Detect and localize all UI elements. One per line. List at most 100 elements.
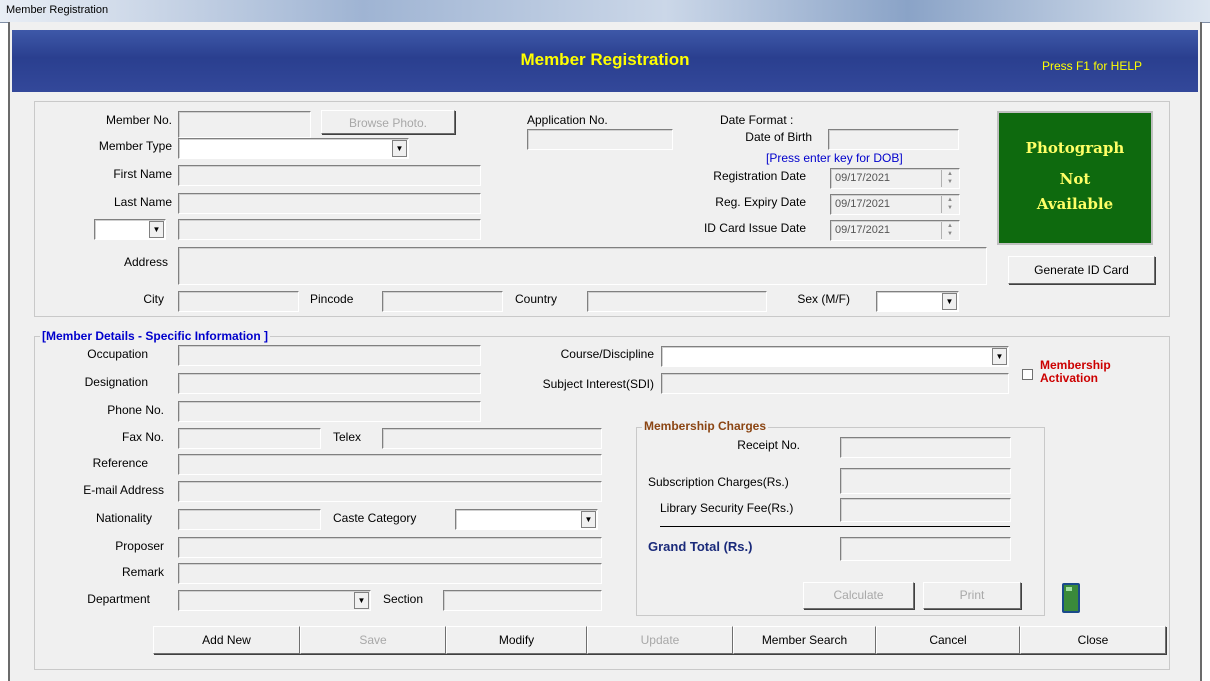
- nationality-label: Nationality: [95, 511, 152, 525]
- pincode-label: Pincode: [310, 292, 354, 306]
- remark-input[interactable]: [178, 563, 602, 584]
- membership-activation-checkbox[interactable]: [1022, 369, 1033, 380]
- modify-button[interactable]: Modify: [446, 626, 587, 654]
- section-label: Section: [383, 592, 424, 606]
- subscription-charges-input[interactable]: [840, 468, 1011, 494]
- chevron-down-icon[interactable]: ▼: [942, 293, 957, 310]
- member-type-label: Member Type: [98, 139, 172, 153]
- dob-hint: [Press enter key for DOB]: [766, 151, 903, 165]
- chevron-down-icon[interactable]: ▼: [392, 140, 407, 157]
- remark-label: Remark: [121, 565, 164, 579]
- course-discipline-select[interactable]: ▼: [661, 346, 1009, 367]
- application-no-input[interactable]: [527, 129, 673, 150]
- country-label: Country: [515, 292, 558, 306]
- subject-interest-input[interactable]: [661, 373, 1009, 394]
- country-input[interactable]: [587, 291, 767, 312]
- phone-input[interactable]: [178, 401, 481, 422]
- dob-label: Date of Birth: [745, 130, 812, 144]
- address-label: Address: [123, 255, 168, 269]
- photo-line-2: Not: [1059, 170, 1091, 188]
- city-label: City: [143, 292, 164, 306]
- email-label: E-mail Address: [83, 483, 164, 497]
- registration-date-label: Registration Date: [713, 169, 806, 183]
- registration-date-picker[interactable]: 09/17/2021 ▲ ▼: [830, 168, 960, 189]
- occupation-label: Occupation: [87, 347, 148, 361]
- last-name-input[interactable]: [178, 193, 481, 214]
- subject-interest-label: Subject Interest(SDI): [542, 377, 654, 391]
- print-button[interactable]: Print: [923, 582, 1021, 609]
- page-title: Member Registration: [520, 50, 690, 69]
- name-prefix-select[interactable]: ▼: [94, 219, 166, 240]
- member-no-label: Member No.: [105, 113, 172, 127]
- dob-input[interactable]: [828, 129, 959, 150]
- occupation-input[interactable]: [178, 345, 481, 366]
- fax-label: Fax No.: [121, 430, 164, 444]
- last-name-label: Last Name: [113, 195, 172, 209]
- chevron-down-icon[interactable]: ▼: [149, 221, 164, 238]
- reference-label: Reference: [92, 456, 148, 470]
- fax-input[interactable]: [178, 428, 321, 449]
- department-label: Department: [87, 592, 150, 606]
- member-type-select[interactable]: ▼: [178, 138, 409, 159]
- reference-input[interactable]: [178, 454, 602, 475]
- calculate-button[interactable]: Calculate: [803, 582, 914, 609]
- library-security-fee-label: Library Security Fee(Rs.): [660, 501, 794, 515]
- chevron-down-icon[interactable]: ▼: [354, 592, 369, 609]
- city-input[interactable]: [178, 291, 299, 312]
- id-card-issue-date-picker[interactable]: 09/17/2021 ▲ ▼: [830, 220, 960, 241]
- address-input[interactable]: [178, 247, 987, 285]
- first-name-input[interactable]: [178, 165, 481, 186]
- help-hint: Press F1 for HELP: [1041, 59, 1142, 73]
- designation-label: Designation: [84, 375, 148, 389]
- membership-activation-label: Membership Activation: [1040, 358, 1111, 385]
- save-button[interactable]: Save: [300, 626, 446, 654]
- library-security-fee-input[interactable]: [840, 498, 1011, 522]
- browse-photo-button[interactable]: Browse Photo.: [321, 110, 455, 134]
- add-new-button[interactable]: Add New: [153, 626, 300, 654]
- date-format-label: Date Format :: [720, 113, 794, 127]
- id-card-issue-date-label: ID Card Issue Date: [703, 221, 806, 235]
- telex-label: Telex: [333, 430, 362, 444]
- sex-label: Sex (M/F): [797, 292, 850, 306]
- chevron-down-icon[interactable]: ▼: [581, 511, 596, 528]
- chevron-down-icon[interactable]: ▼: [992, 348, 1007, 365]
- generate-id-card-button[interactable]: Generate ID Card: [1008, 256, 1155, 284]
- middle-name-input[interactable]: [178, 219, 481, 240]
- receipt-no-label: Receipt No.: [737, 438, 800, 452]
- title-bar: Member Registration: [0, 0, 1210, 23]
- first-name-label: First Name: [113, 167, 172, 181]
- update-button[interactable]: Update: [587, 626, 733, 654]
- application-no-label: Application No.: [527, 113, 608, 127]
- calculator-icon[interactable]: [1062, 583, 1080, 613]
- reg-expiry-date-picker[interactable]: 09/17/2021 ▲ ▼: [830, 194, 960, 215]
- reg-expiry-date-label: Reg. Expiry Date: [715, 195, 806, 209]
- telex-input[interactable]: [382, 428, 602, 449]
- proposer-input[interactable]: [178, 537, 602, 558]
- department-select[interactable]: ▼: [178, 590, 371, 611]
- photo-placeholder: Photograph Not Available: [997, 111, 1153, 245]
- email-input[interactable]: [178, 481, 602, 502]
- cancel-button[interactable]: Cancel: [876, 626, 1020, 654]
- grand-total-input[interactable]: [840, 537, 1011, 561]
- grand-total-label: Grand Total (Rs.): [648, 539, 753, 554]
- course-discipline-label: Course/Discipline: [560, 347, 654, 361]
- proposer-label: Proposer: [115, 539, 164, 553]
- membership-charges-legend: Membership Charges: [642, 419, 769, 433]
- caste-category-label: Caste Category: [333, 511, 417, 525]
- banner: Member Registration Press F1 for HELP: [12, 30, 1198, 92]
- sex-select[interactable]: ▼: [876, 291, 959, 312]
- caste-category-select[interactable]: ▼: [455, 509, 598, 530]
- receipt-no-input[interactable]: [840, 437, 1011, 458]
- designation-input[interactable]: [178, 373, 481, 394]
- member-no-input[interactable]: [178, 111, 311, 138]
- member-search-button[interactable]: Member Search: [733, 626, 876, 654]
- subscription-charges-label: Subscription Charges(Rs.): [648, 475, 789, 489]
- photo-line-3: Available: [1036, 195, 1114, 213]
- window-title: Member Registration: [6, 4, 109, 16]
- nationality-input[interactable]: [178, 509, 321, 530]
- member-details-legend: [Member Details - Specific Information ]: [40, 329, 271, 343]
- photo-line-1: Photograph: [1025, 139, 1125, 157]
- close-button[interactable]: Close: [1020, 626, 1166, 654]
- pincode-input[interactable]: [382, 291, 503, 312]
- section-input[interactable]: [443, 590, 602, 611]
